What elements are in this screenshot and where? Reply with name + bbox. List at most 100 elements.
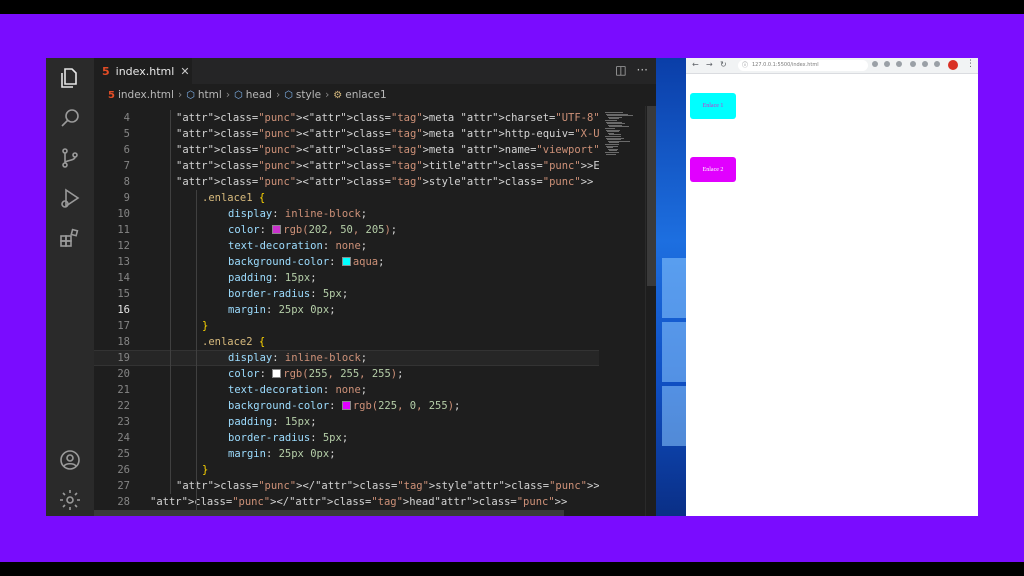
back-icon[interactable]: ← — [692, 60, 699, 69]
zoom-icon[interactable] — [872, 61, 878, 67]
windows-logo-pane — [662, 258, 686, 318]
extensions-icon[interactable] — [58, 226, 82, 250]
browser-menu-icon[interactable]: ⋮ — [966, 59, 975, 69]
color-swatch[interactable] — [272, 369, 282, 378]
forward-icon[interactable]: → — [706, 60, 713, 69]
extension-icon[interactable] — [910, 61, 916, 67]
search-icon[interactable] — [58, 106, 82, 130]
sidebar-icon[interactable] — [934, 61, 940, 67]
source-control-icon[interactable] — [58, 146, 82, 170]
minimap-line — [606, 153, 616, 155]
enlace1-link[interactable]: Enlace 1 — [690, 93, 736, 119]
code-text: margin: 25px 0px; — [228, 448, 336, 460]
line-number: 25 — [117, 448, 130, 460]
run-debug-icon[interactable] — [58, 186, 82, 210]
bookmark-star-icon[interactable] — [896, 61, 902, 67]
extensions-puzzle-icon[interactable] — [922, 61, 928, 67]
settings-gear-icon[interactable] — [58, 488, 82, 512]
breadcrumb-file[interactable]: index.html — [118, 89, 174, 101]
more-actions-icon[interactable]: ··· — [637, 63, 648, 77]
color-swatch[interactable] — [341, 257, 351, 266]
enlace2-link[interactable]: Enlace 2 — [690, 157, 736, 182]
line-number: 21 — [117, 384, 130, 396]
chevron-right-icon: › — [275, 89, 281, 101]
code-text: } — [202, 464, 209, 476]
code-text: display: inline-block; — [228, 208, 368, 220]
share-icon[interactable] — [884, 61, 890, 67]
letterbox-top — [0, 0, 1024, 14]
vscode-window: 5 index.html ✕ ◫ ··· 5 index.html › ⬡ ht… — [46, 58, 656, 516]
html5-file-icon: 5 — [108, 89, 115, 101]
tab-index-html[interactable]: 5 index.html ✕ — [94, 58, 192, 84]
chevron-right-icon: › — [225, 89, 231, 101]
editor-actions: ◫ ··· — [615, 63, 648, 77]
reload-icon[interactable]: ↻ — [720, 60, 727, 69]
code-text: "attr">class="punc"><"attr">class="tag">… — [176, 160, 656, 172]
minimap[interactable] — [599, 106, 645, 516]
breadcrumb-style[interactable]: style — [296, 89, 321, 101]
element-icon: ⬡ — [186, 89, 195, 101]
code-line[interactable]: 28 "attr">class="punc"></"attr">class="ta… — [94, 494, 599, 510]
profile-avatar[interactable] — [948, 60, 958, 70]
line-number: 17 — [117, 320, 130, 332]
tab-label: index.html — [115, 64, 175, 78]
line-number: 20 — [117, 368, 130, 380]
line-number: 26 — [117, 464, 130, 476]
vertical-scrollbar[interactable] — [645, 106, 656, 516]
breadcrumb-selector[interactable]: enlace1 — [345, 89, 386, 101]
rendered-page: Enlace 1 Enlace 2 — [686, 74, 978, 516]
code-text: "attr">class="punc"><"attr">class="tag">… — [176, 112, 656, 124]
code-text: "attr">class="punc"></"attr">class="tag"… — [176, 480, 600, 492]
html5-file-icon: 5 — [102, 64, 110, 78]
breadcrumb: 5 index.html › ⬡ html › ⬡ head › ⬡ style… — [94, 84, 656, 106]
code-text: } — [202, 320, 209, 332]
code-text: padding: 15px; — [228, 416, 317, 428]
code-text: color: rgb(202, 50, 205); — [228, 224, 398, 236]
line-number: 12 — [117, 240, 130, 252]
color-swatch[interactable] — [272, 225, 282, 234]
horizontal-scrollbar[interactable] — [94, 510, 599, 516]
horizontal-scroll-thumb[interactable] — [94, 510, 564, 516]
code-text: background-color: rgb(225, 0, 255); — [228, 400, 461, 412]
site-info-icon[interactable]: ⓘ — [742, 60, 748, 71]
close-tab-icon[interactable]: ✕ — [180, 65, 189, 78]
line-number: 13 — [117, 256, 130, 268]
windows-logo-pane — [662, 322, 686, 382]
split-editor-icon[interactable]: ◫ — [615, 63, 626, 77]
address-bar[interactable]: ⓘ 127.0.0.1:5500/index.html — [738, 60, 868, 71]
desktop-wallpaper-strip — [656, 58, 686, 516]
code-text: padding: 15px; — [228, 272, 317, 284]
line-number: 6 — [123, 144, 130, 156]
code-text: border-radius: 5px; — [228, 432, 349, 444]
line-number: 16 — [117, 304, 130, 316]
activity-bar — [46, 58, 94, 516]
browser-toolbar: ← → ↻ ⓘ 127.0.0.1:5500/index.html ⋮ — [686, 58, 978, 74]
code-text: color: rgb(255, 255, 255); — [228, 368, 404, 380]
line-number: 27 — [117, 480, 130, 492]
breadcrumb-html[interactable]: html — [198, 89, 222, 101]
code-editor[interactable]: 4 "attr">class="punc"><"attr">class="tag"… — [94, 110, 656, 516]
code-text: text-decoration: none; — [228, 240, 368, 252]
code-text: "attr">class="punc"><"attr">class="tag">… — [176, 144, 656, 156]
code-text: .enlace2 { — [202, 336, 266, 348]
breadcrumb-head[interactable]: head — [246, 89, 272, 101]
color-swatch[interactable] — [341, 401, 351, 410]
line-number: 22 — [117, 400, 130, 412]
address-bar-url: 127.0.0.1:5500/index.html — [752, 62, 819, 68]
css-selector-icon: ⚙ — [333, 89, 343, 101]
line-number: 4 — [123, 112, 130, 124]
explorer-icon[interactable] — [58, 66, 82, 90]
line-number: 7 — [123, 160, 130, 172]
accounts-icon[interactable] — [58, 448, 82, 472]
windows-logo-pane — [662, 386, 686, 446]
indent-guide — [196, 334, 197, 516]
code-text: "attr">class="punc"></"attr">class="tag"… — [150, 496, 568, 508]
line-number: 10 — [117, 208, 130, 220]
element-icon: ⬡ — [234, 89, 243, 101]
line-number: 18 — [117, 336, 130, 348]
chevron-right-icon: › — [177, 89, 183, 101]
editor-tab-bar: 5 index.html ✕ ◫ ··· — [94, 58, 656, 84]
scroll-thumb[interactable] — [647, 106, 656, 286]
element-icon: ⬡ — [284, 89, 293, 101]
code-text: margin: 25px 0px; — [228, 304, 336, 316]
